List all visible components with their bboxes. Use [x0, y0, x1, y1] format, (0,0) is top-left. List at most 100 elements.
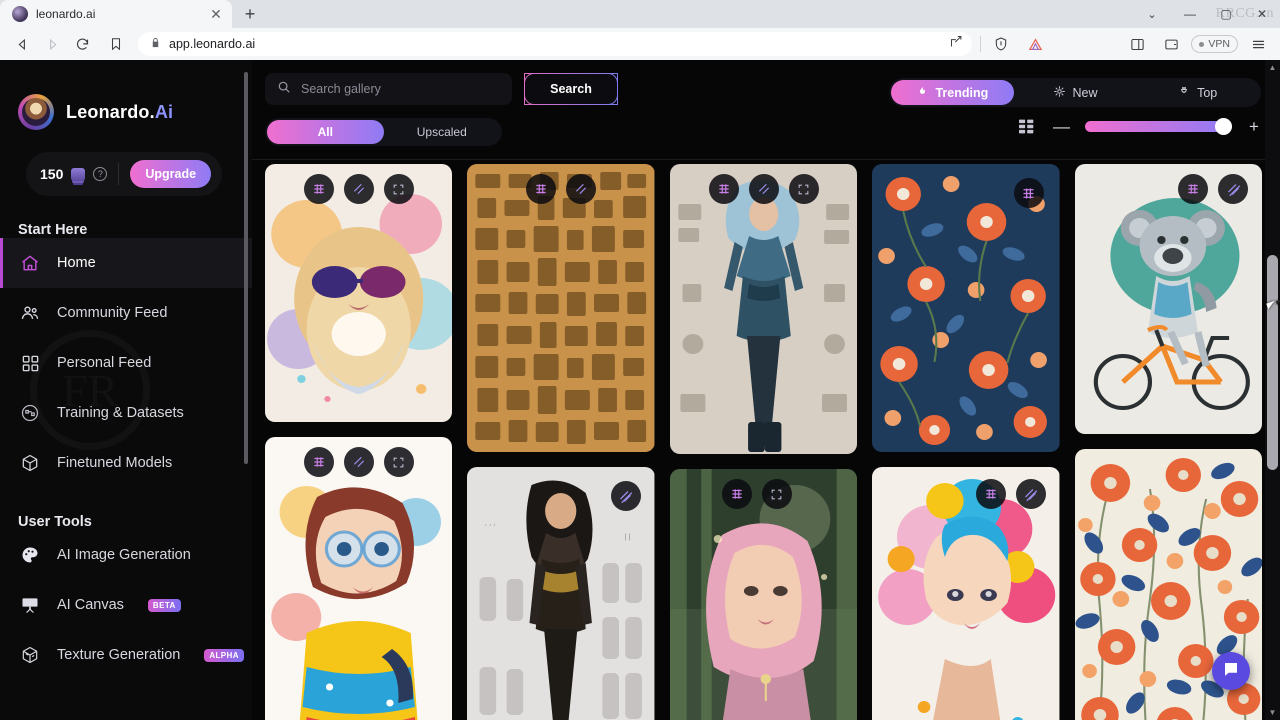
search-input[interactable] — [301, 82, 500, 96]
sidebar-panel-icon[interactable] — [1123, 30, 1151, 58]
chevron-down-icon[interactable]: ⌄ — [1132, 0, 1172, 28]
gallery-card[interactable] — [265, 164, 453, 422]
tab-top[interactable]: Top — [1136, 80, 1259, 105]
vpn-button[interactable]: VPN — [1191, 35, 1238, 53]
sidebar-section-user-tools: User Tools — [18, 514, 92, 530]
sidebar-item-training-datasets[interactable]: Training & Datasets — [0, 388, 252, 438]
credits-coin-icon — [71, 167, 86, 181]
card-action-bar — [265, 174, 452, 204]
minimize-button[interactable]: — — [1172, 0, 1208, 28]
variation-icon[interactable] — [1015, 479, 1046, 509]
toolbar-icons: VPN — [980, 30, 1272, 58]
search-button[interactable]: Search — [524, 73, 618, 105]
gallery-card[interactable] — [467, 164, 655, 452]
fullscreen-icon[interactable] — [788, 174, 819, 204]
card-action-bar — [610, 481, 641, 511]
remix-icon[interactable] — [1013, 178, 1044, 208]
scroll-up-arrow-icon[interactable]: ▲ — [1265, 60, 1280, 75]
address-bar[interactable]: app.leonardo.ai — [138, 32, 973, 56]
gallery-filter-tabs: All Upscaled — [265, 118, 502, 146]
sidebar-item-ai-canvas[interactable]: AI Canvas BETA — [0, 580, 252, 630]
fullscreen-icon[interactable] — [761, 479, 792, 509]
leonardo-logo-icon — [18, 94, 54, 130]
remix-icon[interactable] — [1178, 174, 1209, 204]
gallery-card[interactable] — [872, 164, 1060, 452]
card-action-bar — [1178, 174, 1249, 204]
address-bar-url: app.leonardo.ai — [169, 37, 256, 51]
tab-all[interactable]: All — [267, 120, 384, 144]
tab-upscaled[interactable]: Upscaled — [384, 120, 501, 144]
gallery-card[interactable] — [872, 467, 1060, 720]
sidebar-item-personal-feed[interactable]: Personal Feed — [0, 338, 252, 388]
brand-logo-block[interactable]: Leonardo.Ai — [0, 60, 252, 130]
tab-label: Top — [1197, 85, 1218, 100]
wallet-icon[interactable] — [1157, 30, 1185, 58]
sidebar-scrollbar[interactable] — [244, 72, 248, 464]
search-input-wrapper[interactable] — [265, 73, 512, 105]
variation-icon[interactable] — [566, 174, 597, 204]
gallery-card[interactable]: ···||≡ — [467, 467, 655, 720]
card-art-blue-warrior — [669, 164, 858, 454]
gallery-card[interactable] — [669, 164, 858, 454]
sidebar-item-ai-image-generation[interactable]: AI Image Generation — [0, 530, 252, 580]
page-scrollbar[interactable]: ▲ ▼ — [1265, 60, 1280, 720]
gallery-card[interactable] — [265, 437, 453, 720]
reload-button[interactable] — [68, 30, 96, 58]
tab-new[interactable]: New — [1014, 80, 1137, 105]
help-circle-icon[interactable]: ? — [93, 167, 108, 181]
sidebar-item-home[interactable]: Home — [0, 238, 252, 288]
cube-icon — [19, 452, 41, 474]
browser-tab[interactable]: leonardo.ai ✕ — [0, 0, 232, 28]
card-action-bar — [670, 479, 857, 509]
scroll-down-arrow-icon[interactable]: ▼ — [1265, 705, 1280, 720]
grid-density-icon[interactable] — [1018, 119, 1035, 134]
brave-shields-icon[interactable] — [987, 30, 1015, 58]
remix-icon[interactable] — [303, 174, 334, 204]
gallery-column — [1074, 164, 1263, 720]
remix-icon[interactable] — [708, 174, 739, 204]
fullscreen-icon[interactable] — [383, 447, 414, 477]
easel-icon — [19, 594, 41, 616]
card-action-bar — [265, 447, 452, 477]
sidebar-item-texture-generation[interactable]: Texture Generation ALPHA — [0, 630, 252, 680]
zoom-slider[interactable] — [1085, 118, 1232, 135]
web-page: FR Leonardo.Ai 150 ? Upgrade Start Here … — [0, 60, 1280, 720]
window-close-button[interactable]: ✕ — [1244, 0, 1280, 28]
remix-icon[interactable] — [526, 174, 557, 204]
sidebar-item-label: Finetuned Models — [57, 455, 173, 471]
close-icon[interactable]: ✕ — [208, 6, 224, 22]
sidebar-item-label: Training & Datasets — [57, 405, 184, 421]
hamburger-menu-icon[interactable] — [1244, 30, 1272, 58]
bookmark-icon[interactable] — [102, 30, 130, 58]
back-button[interactable] — [8, 30, 36, 58]
tab-title: leonardo.ai — [36, 7, 96, 21]
maximize-button[interactable]: ▢ — [1208, 0, 1244, 28]
remix-icon[interactable] — [721, 479, 752, 509]
remix-icon[interactable] — [975, 479, 1006, 509]
variation-icon[interactable] — [748, 174, 779, 204]
share-icon[interactable] — [949, 34, 964, 54]
credits-panel: 150 ? Upgrade — [26, 152, 222, 196]
tab-trending[interactable]: Trending — [891, 80, 1014, 105]
gallery-card[interactable] — [1074, 164, 1263, 434]
gallery-card[interactable] — [669, 469, 858, 720]
sidebar-item-finetuned-models[interactable]: Finetuned Models — [0, 438, 252, 488]
intercom-launcher-button[interactable] — [1212, 652, 1250, 690]
brave-leo-icon[interactable] — [1021, 30, 1049, 58]
zoom-in-button[interactable]: + — [1247, 118, 1261, 135]
remix-icon[interactable] — [303, 447, 334, 477]
new-tab-button[interactable]: + — [236, 0, 264, 28]
card-art-koala-bike — [1074, 164, 1263, 434]
zoom-out-button[interactable]: — — [1053, 118, 1070, 135]
gallery-column: ···||≡ — [467, 164, 655, 720]
zoom-slider-knob[interactable] — [1215, 118, 1232, 135]
variation-icon[interactable] — [343, 447, 374, 477]
scrollbar-thumb[interactable] — [1267, 255, 1278, 470]
sidebar-item-community-feed[interactable]: Community Feed — [0, 288, 252, 338]
fullscreen-icon[interactable] — [383, 174, 414, 204]
variation-icon[interactable] — [610, 481, 641, 511]
upgrade-button[interactable]: Upgrade — [130, 160, 212, 188]
image-gallery[interactable]: ···||≡ — [252, 160, 1280, 720]
variation-icon[interactable] — [1218, 174, 1249, 204]
variation-icon[interactable] — [343, 174, 374, 204]
